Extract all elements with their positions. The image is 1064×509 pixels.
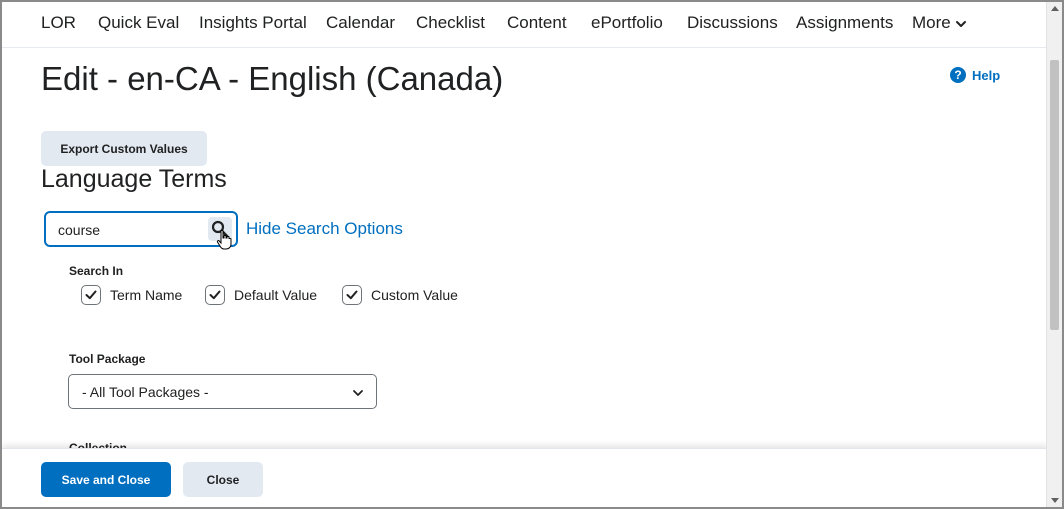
close-button[interactable]: Close bbox=[183, 462, 263, 497]
help-label: Help bbox=[972, 67, 1001, 83]
top-navigation-bar: LOR Quick Eval Insights Portal Calendar … bbox=[2, 2, 1048, 48]
checkmark-icon bbox=[85, 290, 97, 300]
nav-more-label: More bbox=[912, 13, 951, 32]
vertical-scrollbar[interactable] bbox=[1046, 2, 1062, 507]
help-icon: ? bbox=[950, 67, 966, 83]
checkbox-term-name[interactable]: Term Name bbox=[81, 285, 182, 305]
scroll-down-arrow-icon[interactable] bbox=[1051, 498, 1059, 503]
nav-item-eportfolio[interactable]: ePortfolio bbox=[591, 13, 663, 33]
save-and-close-button[interactable]: Save and Close bbox=[41, 462, 171, 497]
tool-package-label: Tool Package bbox=[69, 352, 146, 366]
nav-item-assignments[interactable]: Assignments bbox=[796, 13, 893, 33]
checkmark-icon bbox=[209, 290, 221, 300]
checkbox-custom-value[interactable]: Custom Value bbox=[342, 285, 458, 305]
nav-item-more[interactable]: More bbox=[912, 13, 967, 33]
nav-item-content[interactable]: Content bbox=[507, 13, 567, 33]
chevron-down-icon bbox=[955, 20, 966, 27]
app-window: LOR Quick Eval Insights Portal Calendar … bbox=[0, 0, 1064, 509]
footer-action-bar: Save and Close Close bbox=[2, 448, 1048, 507]
checkbox-box[interactable] bbox=[342, 285, 362, 305]
checkbox-label: Custom Value bbox=[371, 287, 458, 303]
export-custom-values-button[interactable]: Export Custom Values bbox=[41, 131, 207, 166]
checkbox-label: Term Name bbox=[110, 287, 183, 303]
nav-item-discussions[interactable]: Discussions bbox=[687, 13, 778, 33]
checkbox-box[interactable] bbox=[81, 285, 101, 305]
tool-package-select[interactable]: - All Tool Packages - bbox=[68, 374, 377, 409]
nav-item-checklist[interactable]: Checklist bbox=[416, 13, 485, 33]
nav-item-quick-eval[interactable]: Quick Eval bbox=[98, 13, 179, 33]
help-link[interactable]: ? Help bbox=[950, 67, 1000, 83]
search-field bbox=[44, 211, 238, 247]
nav-item-lor[interactable]: LOR bbox=[41, 13, 76, 33]
chevron-down-icon bbox=[353, 390, 363, 396]
checkmark-icon bbox=[346, 290, 358, 300]
hand-cursor-icon bbox=[216, 230, 232, 250]
tool-package-selected-value: - All Tool Packages - bbox=[82, 384, 209, 400]
nav-item-calendar[interactable]: Calendar bbox=[326, 13, 395, 33]
scrollbar-thumb[interactable] bbox=[1050, 60, 1059, 330]
hide-search-options-link[interactable]: Hide Search Options bbox=[246, 219, 403, 239]
checkbox-label: Default Value bbox=[234, 287, 318, 303]
checkbox-default-value[interactable]: Default Value bbox=[205, 285, 317, 305]
search-in-label: Search In bbox=[69, 264, 124, 278]
checkbox-box[interactable] bbox=[205, 285, 225, 305]
page-title: Edit - en-CA - English (Canada) bbox=[41, 60, 504, 97]
search-input[interactable] bbox=[58, 221, 208, 239]
section-title: Language Terms bbox=[41, 165, 227, 193]
scroll-up-arrow-icon[interactable] bbox=[1051, 6, 1059, 11]
nav-item-insights-portal[interactable]: Insights Portal bbox=[199, 13, 307, 33]
